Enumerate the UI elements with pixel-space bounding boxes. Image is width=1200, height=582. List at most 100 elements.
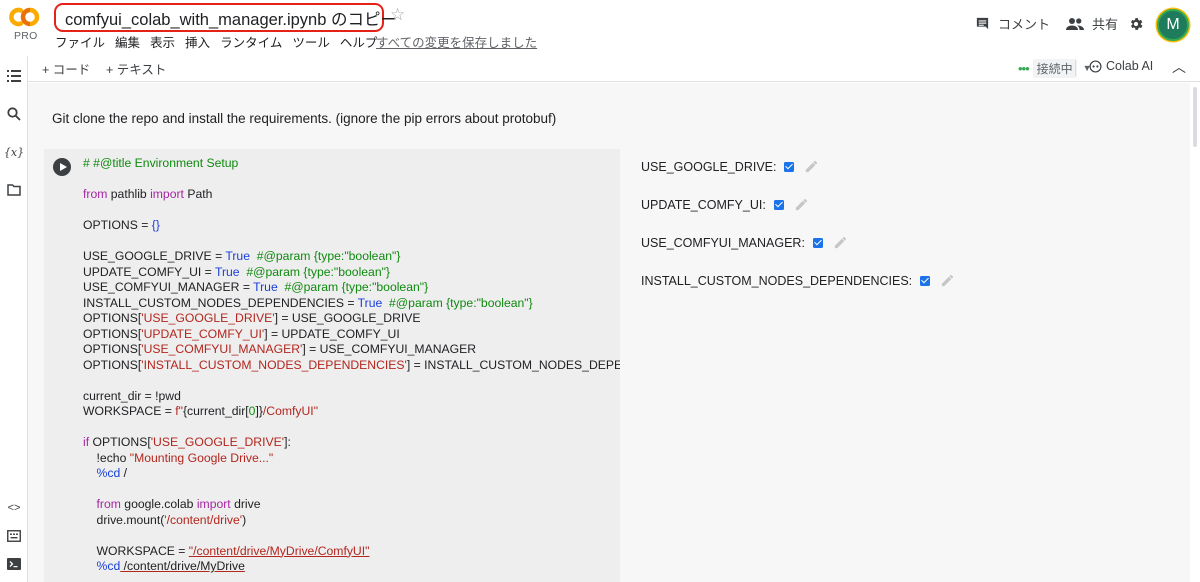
code-editor[interactable]: # #@title Environment Setup from pathlib … xyxy=(83,156,620,575)
code-token: ) xyxy=(242,512,247,527)
code-line: drive.mount('/content/drive') xyxy=(83,513,620,529)
share-label: 共有 xyxy=(1092,17,1119,32)
code-token: /ComfyUI" xyxy=(262,404,319,418)
code-token: ] = INSTALL_CUSTOM_NODES_DEPENDE xyxy=(406,357,620,372)
code-token: google.colab xyxy=(120,497,197,511)
menu-bar: ファイル 編集 表示 挿入 ランタイム ツール ヘルプ xyxy=(55,32,387,51)
code-token: drive xyxy=(230,497,261,511)
code-token: current_dir = !pwd xyxy=(83,388,181,403)
code-snippets-icon[interactable]: <> xyxy=(5,500,23,516)
code-token: OPTIONS[ xyxy=(83,326,142,341)
menu-help[interactable]: ヘルプ xyxy=(340,32,378,51)
code-line: # #@title Environment Setup xyxy=(83,156,620,172)
checkbox[interactable] xyxy=(812,237,823,248)
scrollbar[interactable] xyxy=(1190,83,1200,582)
code-token: OPTIONS[ xyxy=(83,311,142,325)
avatar[interactable]: M xyxy=(1157,9,1189,41)
code-token: # #@title Environment Setup xyxy=(83,156,239,170)
code-line: from pathlib import Path xyxy=(83,187,620,203)
run-cell-button[interactable] xyxy=(53,158,71,176)
code-line: OPTIONS['USE_GOOGLE_DRIVE'] = USE_GOOGLE… xyxy=(83,311,620,327)
menu-view[interactable]: 表示 xyxy=(150,32,175,51)
code-line: OPTIONS['INSTALL_CUSTOM_NODES_DEPENDENCI… xyxy=(83,358,620,374)
connection-dots-icon: ••• xyxy=(1018,60,1030,76)
scrollbar-thumb[interactable] xyxy=(1193,87,1197,147)
edit-pencil-icon[interactable] xyxy=(833,235,848,250)
menu-runtime[interactable]: ランタイム xyxy=(220,32,282,51)
code-line: WORKSPACE = f"{current_dir[0]}/ComfyUI" xyxy=(83,404,620,420)
code-token: USE_COMFYUI_MANAGER = xyxy=(83,280,254,294)
terminal-icon[interactable] xyxy=(5,556,23,572)
form-param-row: USE_COMFYUI_MANAGER: xyxy=(641,235,848,250)
colab-ai-button[interactable]: Colab AI xyxy=(1089,59,1153,73)
code-line: current_dir = !pwd xyxy=(83,389,620,405)
comment-label: コメント xyxy=(998,17,1051,32)
notebook-toolbar: + コード + テキスト ••• 接続中 ▼ Colab AI ︿ xyxy=(28,56,1200,82)
share-button[interactable]: 共有 xyxy=(1066,14,1118,33)
notebook-title-box[interactable]: comfyui_colab_with_manager.ipynb のコピー xyxy=(54,3,397,32)
people-icon xyxy=(1066,17,1084,30)
checkbox[interactable] xyxy=(773,199,784,210)
command-palette-icon[interactable] xyxy=(5,528,23,544)
code-token: {current_dir[ xyxy=(182,404,249,418)
add-code-button[interactable]: + コード xyxy=(42,59,90,78)
settings-button[interactable] xyxy=(1128,16,1144,37)
toolbar-divider xyxy=(1075,60,1076,76)
colab-ai-icon xyxy=(1089,59,1102,73)
code-token: ]: xyxy=(284,435,291,449)
app-header: PRO comfyui_colab_with_manager.ipynb のコピ… xyxy=(0,0,1200,56)
edit-pencil-icon[interactable] xyxy=(794,197,809,212)
chevron-up-icon[interactable]: ︿ xyxy=(1172,57,1186,77)
code-line: OPTIONS = {} xyxy=(83,218,620,234)
code-token: OPTIONS[ xyxy=(83,342,142,356)
code-token: f" xyxy=(175,404,183,418)
menu-insert[interactable]: 挿入 xyxy=(185,32,210,51)
form-param-label: INSTALL_CUSTOM_NODES_DEPENDENCIES: xyxy=(641,273,913,288)
colab-logo[interactable] xyxy=(8,6,44,28)
code-line: USE_COMFYUI_MANAGER = True #@param {type… xyxy=(83,280,620,296)
search-icon[interactable] xyxy=(5,106,23,122)
form-param-label: UPDATE_COMFY_UI: xyxy=(641,197,766,212)
code-cell[interactable]: # #@title Environment Setup from pathlib … xyxy=(44,149,620,582)
colab-logo-icon xyxy=(9,7,40,27)
code-token: #@param {type:"boolean"} xyxy=(239,264,391,279)
add-text-button[interactable]: + テキスト xyxy=(106,59,166,78)
save-status[interactable]: すべての変更を保存しました xyxy=(376,32,537,51)
edit-pencil-icon[interactable] xyxy=(804,159,819,174)
code-token: True xyxy=(357,295,383,310)
code-token: "Mounting Google Drive..." xyxy=(129,450,274,465)
code-token: drive.mount( xyxy=(83,512,165,527)
code-token: OPTIONS = xyxy=(83,218,152,232)
comment-button[interactable]: コメント xyxy=(975,14,1050,33)
checkbox[interactable] xyxy=(920,275,931,286)
code-token: '/content/drive' xyxy=(164,512,243,527)
edit-pencil-icon[interactable] xyxy=(940,273,955,288)
comment-icon xyxy=(976,17,989,30)
code-token: %cd xyxy=(96,466,121,480)
code-token: 'USE_COMFYUI_MANAGER' xyxy=(141,342,303,356)
folder-icon[interactable] xyxy=(5,182,23,198)
code-token: /content/drive/MyDrive xyxy=(120,559,245,573)
code-line: UPDATE_COMFY_UI = True #@param {type:"bo… xyxy=(83,265,620,281)
code-token: WORKSPACE = xyxy=(83,543,189,558)
checkbox[interactable] xyxy=(784,161,795,172)
menu-edit[interactable]: 編集 xyxy=(115,32,140,51)
code-line: USE_GOOGLE_DRIVE = True #@param {type:"b… xyxy=(83,249,620,265)
code-token: 'INSTALL_CUSTOM_NODES_DEPENDENCIES' xyxy=(141,357,407,372)
text-cell[interactable]: Git clone the repo and install the requi… xyxy=(52,111,556,126)
menu-tools[interactable]: ツール xyxy=(292,32,330,51)
notebook-title[interactable]: comfyui_colab_with_manager.ipynb のコピー xyxy=(65,6,397,30)
star-icon[interactable]: ☆ xyxy=(390,5,405,25)
code-line: %cd /content/drive/MyDrive xyxy=(83,559,620,575)
variables-icon[interactable]: {x} xyxy=(4,144,24,160)
code-line: OPTIONS['UPDATE_COMFY_UI'] = UPDATE_COMF… xyxy=(83,327,620,343)
toc-icon[interactable] xyxy=(5,68,23,84)
runtime-connection-button[interactable]: ••• 接続中 ▼ xyxy=(1018,58,1092,78)
code-line: !echo "Mounting Google Drive..." xyxy=(83,451,620,467)
code-line: OPTIONS['USE_COMFYUI_MANAGER'] = USE_COM… xyxy=(83,342,620,358)
menu-file[interactable]: ファイル xyxy=(55,32,105,51)
